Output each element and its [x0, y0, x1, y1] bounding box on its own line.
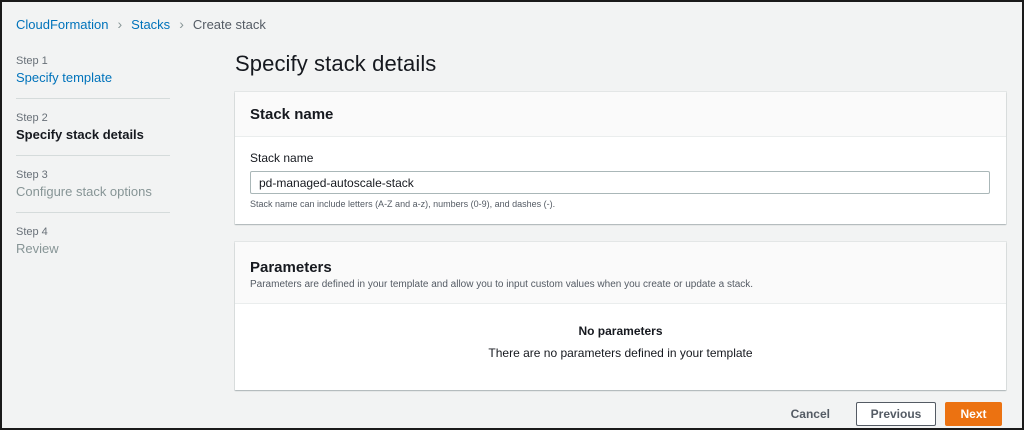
breadcrumb-current: Create stack — [192, 16, 266, 32]
empty-state-description: There are no parameters defined in your … — [488, 346, 753, 360]
step-link-specify-template[interactable]: Specify template — [16, 69, 170, 86]
wizard-step-2: Step 2 Specify stack details — [16, 111, 170, 156]
wizard-steps: Step 1 Specify template Step 2 Specify s… — [16, 54, 170, 281]
stack-name-hint: Stack name can include letters (A-Z and … — [250, 199, 556, 209]
step-label-current: Specify stack details — [16, 127, 144, 142]
form-actions: Cancel Previous Next — [787, 402, 1002, 426]
panel-title: Stack name — [250, 105, 334, 123]
previous-button[interactable]: Previous — [856, 402, 936, 426]
cancel-button[interactable]: Cancel — [787, 402, 834, 426]
next-button[interactable]: Next — [945, 402, 1002, 426]
console-window: CloudFormation › Stacks › Create stack S… — [0, 0, 1024, 430]
panel-header: Parameters Parameters are defined in you… — [235, 242, 1006, 304]
panel-body: Stack name Stack name can include letter… — [235, 137, 1006, 209]
page-title: Specify stack details — [235, 51, 437, 76]
step-number: Step 3 — [16, 169, 48, 181]
panel-title: Parameters — [250, 259, 332, 276]
panel-header: Stack name — [235, 92, 1006, 137]
step-number: Step 2 — [16, 112, 48, 124]
stack-name-label: Stack name — [250, 151, 314, 165]
wizard-step-3: Step 3 Configure stack options — [16, 168, 170, 213]
chevron-right-icon: › — [179, 16, 184, 32]
step-number: Step 1 — [16, 55, 48, 67]
stack-name-input[interactable] — [250, 171, 990, 194]
parameters-panel: Parameters Parameters are defined in you… — [235, 242, 1006, 390]
step-label-disabled: Configure stack options — [16, 184, 152, 199]
empty-state: No parameters There are no parameters de… — [235, 304, 1006, 360]
step-number: Step 4 — [16, 226, 48, 238]
wizard-step-1: Step 1 Specify template — [16, 54, 170, 99]
stack-name-panel: Stack name Stack name Stack name can inc… — [235, 92, 1006, 224]
chevron-right-icon: › — [117, 16, 123, 32]
wizard-step-4: Step 4 Review — [16, 225, 170, 269]
step-label-disabled: Review — [16, 241, 59, 256]
empty-state-title: No parameters — [578, 324, 663, 338]
breadcrumb-stacks[interactable]: Stacks — [131, 17, 170, 32]
breadcrumb: CloudFormation › Stacks › Create stack — [16, 16, 266, 32]
breadcrumb-cloudformation[interactable]: CloudFormation — [16, 17, 109, 32]
panel-description: Parameters are defined in your template … — [250, 279, 754, 290]
